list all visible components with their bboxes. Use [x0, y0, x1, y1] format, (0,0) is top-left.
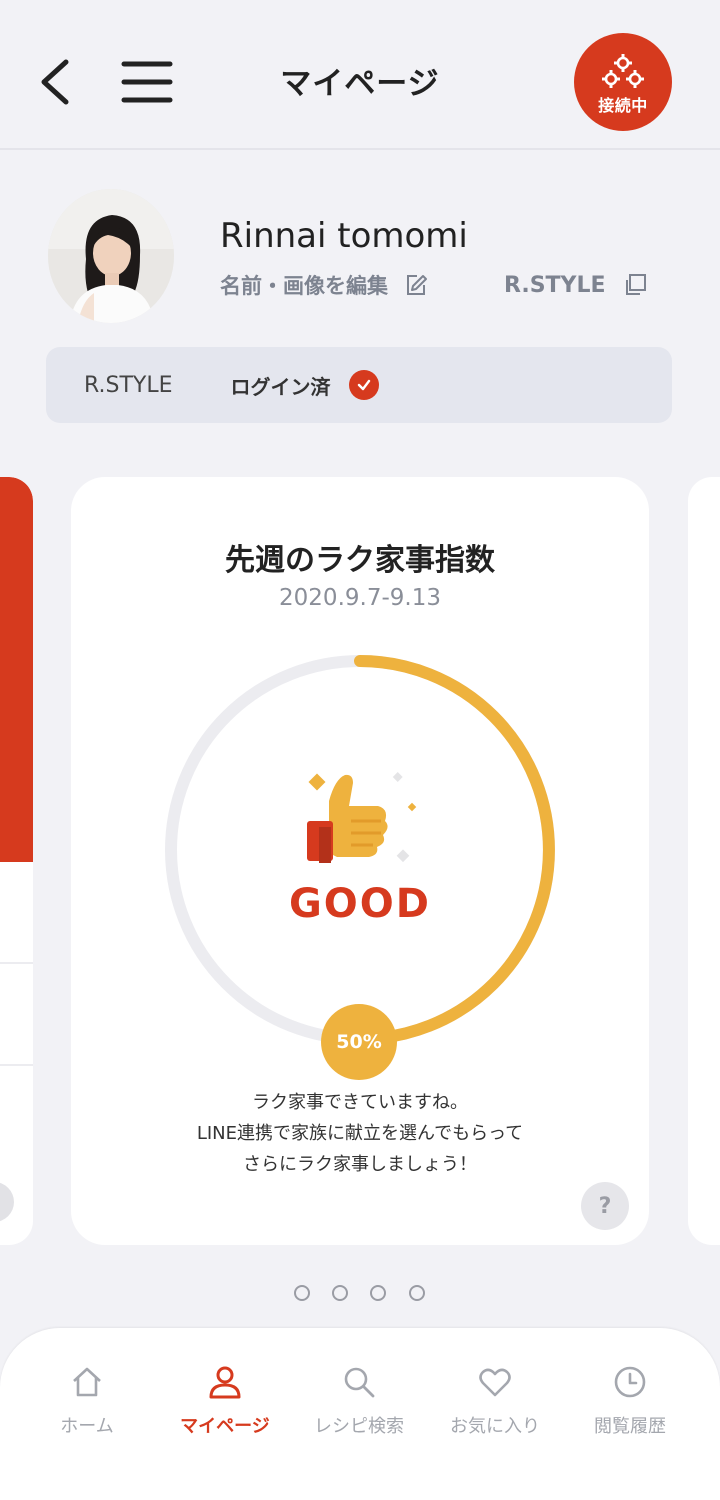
nav-label: マイページ — [180, 1416, 270, 1437]
connection-status-label: 接続中 — [598, 96, 648, 115]
clock-icon — [614, 1366, 646, 1398]
login-status-text: ログイン済 — [230, 374, 331, 399]
heart-icon — [479, 1368, 511, 1397]
back-button[interactable] — [30, 52, 90, 112]
nav-recipe-search[interactable]: レシピ検索 — [294, 1364, 424, 1454]
sparkle-icon — [308, 773, 326, 791]
nav-label: お気に入り — [450, 1416, 540, 1437]
nav-label: ホーム — [60, 1416, 114, 1437]
page-dot[interactable] — [294, 1285, 310, 1301]
message-line: さらにラク家事しましょう！ — [243, 1154, 477, 1175]
avatar[interactable] — [48, 189, 174, 323]
divider — [0, 962, 33, 964]
sparkle-icon — [407, 802, 417, 812]
rstyle-link-label: R.STYLE — [504, 272, 606, 298]
bottom-navigation: ホーム マイページ レシピ検索 お気に入り 閲覧履歴 — [0, 1328, 720, 1500]
divider — [0, 1064, 33, 1066]
carousel-pagination — [0, 1285, 720, 1303]
search-icon — [344, 1367, 375, 1398]
nav-label: 閲覧履歴 — [594, 1416, 666, 1437]
page-dot[interactable] — [370, 1285, 386, 1301]
header-divider — [0, 148, 720, 150]
connection-status-button[interactable]: 接続中 — [574, 33, 672, 131]
page-dot[interactable] — [409, 1285, 425, 1301]
grade-label: GOOD — [288, 881, 432, 927]
nav-home[interactable]: ホーム — [22, 1364, 152, 1454]
login-status-bar: R.STYLE ログイン済 — [46, 347, 672, 423]
avatar-image — [48, 189, 174, 323]
nav-mypage[interactable]: マイページ — [160, 1364, 290, 1454]
person-icon — [209, 1366, 241, 1399]
sparkle-icon — [396, 849, 410, 863]
card-header-block — [0, 477, 33, 862]
help-button[interactable] — [0, 1182, 14, 1222]
user-name: Rinnai tomomi — [220, 216, 468, 256]
carousel-card-previous[interactable] — [0, 477, 33, 1245]
help-button[interactable]: ? — [581, 1182, 629, 1230]
sparkle-icon — [392, 772, 403, 782]
nav-history[interactable]: 閲覧履歴 — [565, 1364, 695, 1454]
percent-badge: 50% — [321, 1004, 397, 1080]
menu-button[interactable] — [116, 52, 178, 112]
page-dot[interactable] — [332, 1285, 348, 1301]
check-icon — [348, 370, 379, 400]
edit-profile-label: 名前・画像を編集 — [220, 274, 388, 298]
message-line: LINE連携で家族に献立を選んでもらって — [196, 1123, 524, 1144]
message-line: ラク家事できていますね。 — [252, 1092, 468, 1113]
edit-profile-link[interactable]: 名前・画像を編集 — [220, 270, 430, 300]
app-header: マイページ 接続中 — [0, 0, 720, 150]
external-window-icon — [625, 274, 646, 295]
nav-label: レシピ検索 — [314, 1416, 404, 1437]
nav-favorites[interactable]: お気に入り — [430, 1364, 560, 1454]
home-icon — [73, 1367, 101, 1397]
rstyle-external-link[interactable]: R.STYLE — [504, 270, 648, 300]
login-service-name: R.STYLE — [84, 372, 173, 398]
gear-cluster-icon — [602, 54, 644, 88]
carousel-card-next[interactable] — [688, 477, 720, 1245]
edit-icon — [407, 275, 427, 295]
gauge-progress-arc — [354, 655, 555, 1045]
hamburger-icon — [121, 61, 173, 103]
card-message: ラク家事できていますね。 LINE連携で家族に献立を選んでもらって さらにラク家… — [71, 1087, 649, 1180]
chevron-left-icon — [41, 59, 69, 105]
page-title: マイページ — [280, 66, 440, 102]
housework-index-card[interactable]: 先週のラク家事指数 2020.9.7-9.13 GOOD 50% ラク家事できて… — [71, 477, 649, 1245]
